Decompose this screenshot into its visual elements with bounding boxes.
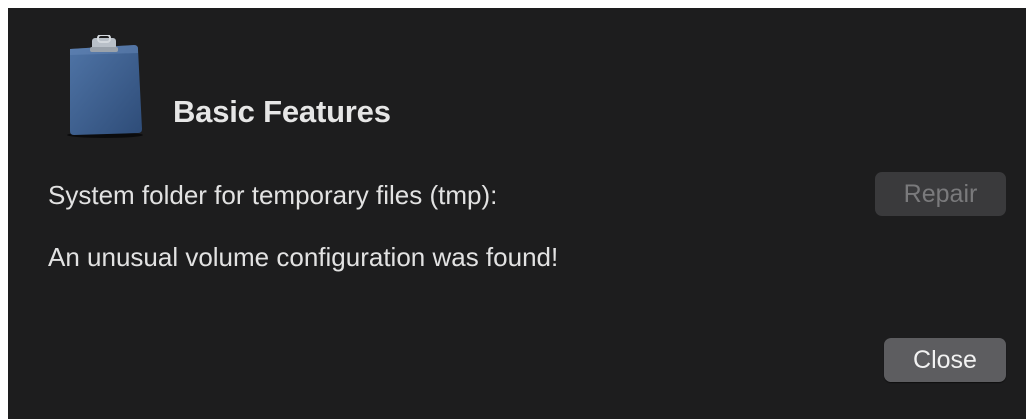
tmp-folder-label: System folder for temporary files (tmp): xyxy=(48,180,498,210)
close-button[interactable]: Close xyxy=(884,338,1006,382)
clipboard-icon xyxy=(67,35,143,138)
status-message: An unusual volume configuration was foun… xyxy=(48,242,559,272)
repair-button[interactable]: Repair xyxy=(875,172,1006,216)
dialog-window: Basic Features System folder for tempora… xyxy=(8,8,1026,419)
dialog-title: Basic Features xyxy=(173,94,391,129)
